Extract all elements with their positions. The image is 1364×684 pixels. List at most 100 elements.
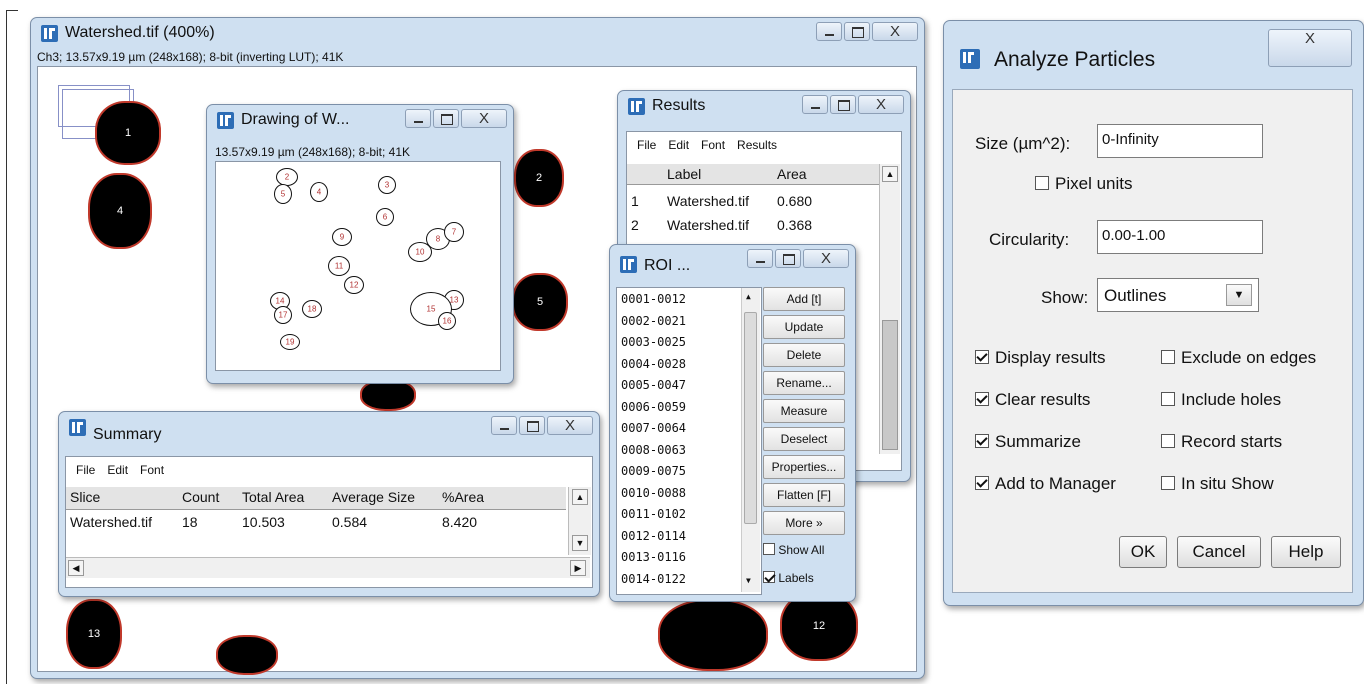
roi-list-item[interactable]: 0006-0059 <box>621 400 686 414</box>
roi-list-item[interactable]: 0001-0012 <box>621 292 686 306</box>
minimize-button[interactable] <box>816 22 842 41</box>
circularity-field[interactable]: 0.00-1.00 <box>1097 220 1263 254</box>
minimize-button[interactable] <box>405 109 431 128</box>
roi-list-item[interactable]: 0004-0028 <box>621 357 686 371</box>
scrollbar-thumb[interactable] <box>744 312 757 524</box>
drawing-canvas[interactable]: 2 5 4 3 6 9 8 7 10 11 12 14 17 18 13 15 … <box>215 161 501 371</box>
menu-font[interactable]: Font <box>140 463 164 477</box>
table-row[interactable]: 2 Watershed.tif 0.368 <box>627 216 877 238</box>
close-button[interactable] <box>858 95 904 114</box>
labels-checkbox[interactable] <box>763 571 775 583</box>
column-header-count[interactable]: Count <box>182 489 219 505</box>
add-to-manager-option[interactable]: Add to Manager <box>975 474 1116 494</box>
summarize-option[interactable]: Summarize <box>975 432 1081 452</box>
pixel-units-checkbox[interactable] <box>1035 176 1049 190</box>
roi-list-item[interactable]: 0013-0116 <box>621 550 686 564</box>
update-button[interactable]: Update <box>763 315 845 339</box>
close-button[interactable] <box>547 416 593 435</box>
column-header-area[interactable]: Area <box>777 166 807 182</box>
chevron-down-icon[interactable]: ▼ <box>1226 284 1252 306</box>
minimize-button[interactable] <box>747 249 773 268</box>
roi-list-item[interactable]: 0014-0122 <box>621 572 686 586</box>
cancel-button[interactable]: Cancel <box>1177 536 1261 568</box>
close-button[interactable] <box>872 22 918 41</box>
table-row[interactable]: 1 Watershed.tif 0.680 <box>627 192 877 214</box>
record-starts-checkbox[interactable] <box>1161 434 1175 448</box>
column-header-slice[interactable]: Slice <box>70 489 100 505</box>
clear-results-checkbox[interactable] <box>975 392 989 406</box>
roi-list-item[interactable]: 0011-0102 <box>621 507 686 521</box>
add-to-manager-checkbox[interactable] <box>975 476 989 490</box>
exclude-on-edges-option[interactable]: Exclude on edges <box>1161 348 1316 368</box>
summarize-checkbox[interactable] <box>975 434 989 448</box>
column-header-average-size[interactable]: Average Size <box>332 489 415 505</box>
menu-font[interactable]: Font <box>701 138 725 152</box>
title-bar[interactable]: Results <box>618 91 910 121</box>
title-bar[interactable]: Summary <box>59 412 599 443</box>
column-header-label[interactable]: Label <box>667 166 701 182</box>
scroll-up-button[interactable]: ▲ <box>572 489 588 505</box>
roi-list-item[interactable]: 0003-0025 <box>621 335 686 349</box>
rename-button[interactable]: Rename... <box>763 371 845 395</box>
roi-list[interactable]: 0001-0012 0002-0021 0003-0025 0004-0028 0005… <box>616 287 762 595</box>
menu-edit[interactable]: Edit <box>107 463 128 477</box>
minimize-button[interactable] <box>491 416 517 435</box>
roi-list-item[interactable]: 0009-0075 <box>621 464 686 478</box>
display-results-checkbox[interactable] <box>975 350 989 364</box>
measure-button[interactable]: Measure <box>763 399 845 423</box>
roi-list-item[interactable]: 0010-0088 <box>621 486 686 500</box>
vertical-scrollbar[interactable]: ▲ ▼ <box>568 487 591 555</box>
scroll-up-button[interactable]: ▲ <box>882 166 898 182</box>
maximize-button[interactable] <box>844 22 870 41</box>
exclude-on-edges-checkbox[interactable] <box>1161 350 1175 364</box>
roi-list-scrollbar[interactable]: ▲ ▼ <box>741 288 760 592</box>
in-situ-show-checkbox[interactable] <box>1161 476 1175 490</box>
properties-button[interactable]: Properties... <box>763 455 845 479</box>
vertical-scrollbar[interactable]: ▲ <box>879 164 900 454</box>
table-row[interactable]: Watershed.tif 18 10.503 0.584 8.420 <box>66 513 566 535</box>
include-holes-option[interactable]: Include holes <box>1161 390 1281 410</box>
maximize-button[interactable] <box>775 249 801 268</box>
roi-list-item[interactable]: 0002-0021 <box>621 314 686 328</box>
record-starts-option[interactable]: Record starts <box>1161 432 1282 452</box>
more-button[interactable]: More » <box>763 511 845 535</box>
clear-results-option[interactable]: Clear results <box>975 390 1090 410</box>
labels-checkbox-row[interactable]: Labels <box>763 571 814 585</box>
title-bar[interactable]: Analyze Particles <box>944 21 1363 81</box>
include-holes-checkbox[interactable] <box>1161 392 1175 406</box>
close-button[interactable] <box>1268 29 1352 67</box>
roi-list-item[interactable]: 0012-0114 <box>621 529 686 543</box>
menu-file[interactable]: File <box>637 138 656 152</box>
scrollbar-thumb[interactable] <box>882 320 898 450</box>
title-bar[interactable]: Drawing of W... <box>207 105 513 135</box>
scroll-down-button[interactable]: ▼ <box>572 535 588 551</box>
ok-button[interactable]: OK <box>1119 536 1167 568</box>
pixel-units-row[interactable]: Pixel units <box>1035 174 1132 194</box>
title-bar[interactable]: Watershed.tif (400%) <box>31 18 924 48</box>
menu-file[interactable]: File <box>76 463 95 477</box>
minimize-button[interactable] <box>802 95 828 114</box>
scroll-left-button[interactable]: ◀ <box>68 560 84 576</box>
show-all-checkbox-row[interactable]: Show All <box>763 543 824 557</box>
scroll-right-button[interactable]: ▶ <box>570 560 586 576</box>
column-header-percent-area[interactable]: %Area <box>442 489 484 505</box>
show-all-checkbox[interactable] <box>763 543 775 555</box>
menu-results[interactable]: Results <box>737 138 777 152</box>
deselect-button[interactable]: Deselect <box>763 427 845 451</box>
title-bar[interactable]: ROI ... <box>610 245 855 275</box>
close-button[interactable] <box>461 109 507 128</box>
delete-button[interactable]: Delete <box>763 343 845 367</box>
horizontal-scrollbar[interactable]: ◀ ▶ <box>66 557 590 578</box>
roi-list-item[interactable]: 0005-0047 <box>621 378 686 392</box>
flatten-button[interactable]: Flatten [F] <box>763 483 845 507</box>
in-situ-show-option[interactable]: In situ Show <box>1161 474 1274 494</box>
show-dropdown[interactable]: Outlines ▼ <box>1097 278 1259 312</box>
maximize-button[interactable] <box>519 416 545 435</box>
roi-list-item[interactable]: 0007-0064 <box>621 421 686 435</box>
maximize-button[interactable] <box>830 95 856 114</box>
close-button[interactable] <box>803 249 849 268</box>
help-button[interactable]: Help <box>1271 536 1341 568</box>
size-field[interactable]: 0-Infinity <box>1097 124 1263 158</box>
display-results-option[interactable]: Display results <box>975 348 1106 368</box>
column-header-total-area[interactable]: Total Area <box>242 489 304 505</box>
